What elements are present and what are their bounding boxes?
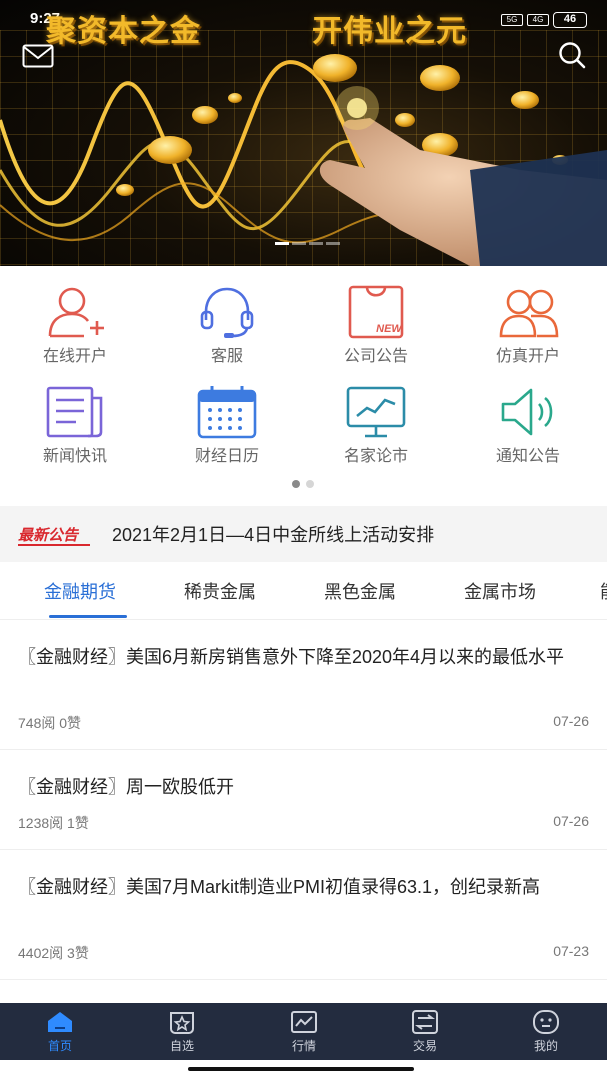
bottom-navigation: 首页 自选 行情 交易 我的 (0, 1003, 607, 1060)
menu-item-finance-calendar[interactable]: 财经日历 (167, 384, 287, 466)
news-stats: 748阅 0赞 (18, 715, 82, 731)
menu-label: 仿真开户 (495, 348, 560, 365)
star-icon (170, 1012, 194, 1034)
tab-precious-metals[interactable]: 稀贵金属 (184, 578, 256, 604)
monitor-chart-icon (346, 386, 406, 438)
tab-financial-futures[interactable]: 金融期货 (44, 578, 116, 604)
news-list-item[interactable]: 〖金融财经〗美国7月Markit制造业PMI初值录得63.1，创纪录新高 440… (0, 850, 607, 980)
mail-icon[interactable] (22, 44, 54, 68)
quick-menu: 在线开户 客服 NEW 公司公告 仿真开户 新闻快讯 财经日历 名家论市 通知公… (0, 266, 607, 504)
menu-item-open-account[interactable]: 在线开户 (15, 284, 135, 366)
nav-label: 交易 (412, 1039, 437, 1053)
banner-pager-dot-active[interactable] (275, 242, 289, 245)
users-icon (499, 289, 559, 338)
menu-item-sim-account[interactable]: 仿真开户 (468, 284, 588, 366)
news-category-tabs: 金融期货 稀贵金属 黑色金属 金属市场 能 (0, 562, 607, 620)
menu-item-customer-service[interactable]: 客服 (167, 284, 287, 366)
status-indicators: 5G 4G 46 (501, 12, 587, 28)
menu-label: 名家论市 (343, 448, 408, 465)
banner-pager-dot[interactable] (326, 242, 340, 245)
nav-watchlist[interactable]: 自选 (142, 1009, 222, 1054)
calendar-icon (197, 386, 257, 439)
exchange-icon (412, 1010, 438, 1034)
news-title[interactable]: 〖金融财经〗美国7月Markit制造业PMI初值录得63.1，创纪录新高 (18, 872, 589, 902)
menu-label: 客服 (210, 348, 243, 365)
nav-label: 我的 (533, 1039, 558, 1053)
menu-label: 新闻快讯 (42, 448, 107, 465)
home-gesture-indicator[interactable] (188, 1067, 414, 1071)
menu-label: 通知公告 (495, 448, 560, 465)
profile-icon (533, 1010, 559, 1034)
news-date: 07-26 (553, 813, 589, 829)
menu-item-company-notice[interactable]: NEW 公司公告 (316, 284, 436, 366)
menu-page-dots (292, 480, 314, 488)
news-date: 07-23 (553, 943, 589, 959)
menu-page-dot[interactable] (306, 480, 314, 488)
newspaper-icon (46, 386, 103, 438)
nav-home[interactable]: 首页 (20, 1009, 100, 1054)
hero-banner[interactable]: 9:27 5G 4G 46 聚资本之金 开伟业之元 (0, 0, 607, 266)
nav-profile[interactable]: 我的 (506, 1009, 586, 1054)
nav-label: 行情 (291, 1039, 316, 1053)
banner-slogan-left: 聚资本之金 (46, 14, 201, 49)
latest-notice-bar[interactable]: 最新公告 2021年2月1日—4日中金所线上活动安排 (0, 506, 607, 562)
chart-icon (291, 1011, 317, 1033)
menu-item-news-flash[interactable]: 新闻快讯 (15, 384, 135, 466)
news-list-item[interactable]: 〖金融财经〗周一欧股低开 1238阅 1赞 07-26 (0, 750, 607, 850)
search-icon[interactable] (557, 40, 587, 70)
pointing-hand (319, 86, 607, 266)
battery-icon: 46 (553, 12, 587, 28)
badge-underline (18, 544, 90, 546)
news-stats: 1238阅 1赞 (18, 815, 89, 831)
nav-market[interactable]: 行情 (264, 1009, 344, 1054)
menu-page-dot-active[interactable] (292, 480, 300, 488)
headset-icon (200, 287, 254, 338)
menu-item-expert-commentary[interactable]: 名家论市 (316, 384, 436, 466)
signal-icon-2: 4G (527, 14, 549, 26)
latest-notice-text[interactable]: 2021年2月1日—4日中金所线上活动安排 (112, 521, 434, 547)
active-tab-indicator (49, 615, 127, 618)
menu-item-notice[interactable]: 通知公告 (468, 384, 588, 466)
news-title[interactable]: 〖金融财经〗美国6月新房销售意外下降至2020年4月以来的最低水平 (18, 642, 589, 672)
signal-icon: 5G (501, 14, 523, 26)
news-title[interactable]: 〖金融财经〗周一欧股低开 (18, 772, 589, 802)
new-badge-text: NEW (376, 323, 403, 335)
speaker-icon (501, 388, 553, 436)
nav-label: 首页 (47, 1039, 72, 1053)
tab-energy[interactable]: 能 (600, 578, 607, 604)
new-bag-icon: NEW (348, 285, 403, 339)
home-icon (48, 1012, 72, 1032)
banner-pager-dot[interactable] (292, 242, 306, 245)
news-date: 07-26 (553, 713, 589, 729)
news-stats: 4402阅 3赞 (18, 945, 89, 961)
add-user-icon (48, 287, 104, 338)
menu-label: 财经日历 (194, 448, 259, 465)
latest-notice-badge-text: 最新公告 (18, 527, 79, 544)
banner-slogan-right: 开伟业之元 (312, 14, 467, 49)
latest-notice-badge: 最新公告 (18, 523, 90, 546)
tab-metal-market[interactable]: 金属市场 (464, 578, 536, 604)
news-list-item[interactable]: 〖金融财经〗美国6月新房销售意外下降至2020年4月以来的最低水平 748阅 0… (0, 620, 607, 750)
nav-trade[interactable]: 交易 (385, 1009, 465, 1054)
tab-ferrous-metals[interactable]: 黑色金属 (324, 578, 396, 604)
banner-pager-dot[interactable] (309, 242, 323, 245)
menu-label: 公司公告 (343, 348, 408, 365)
menu-label: 在线开户 (42, 348, 107, 365)
nav-label: 自选 (169, 1039, 194, 1053)
